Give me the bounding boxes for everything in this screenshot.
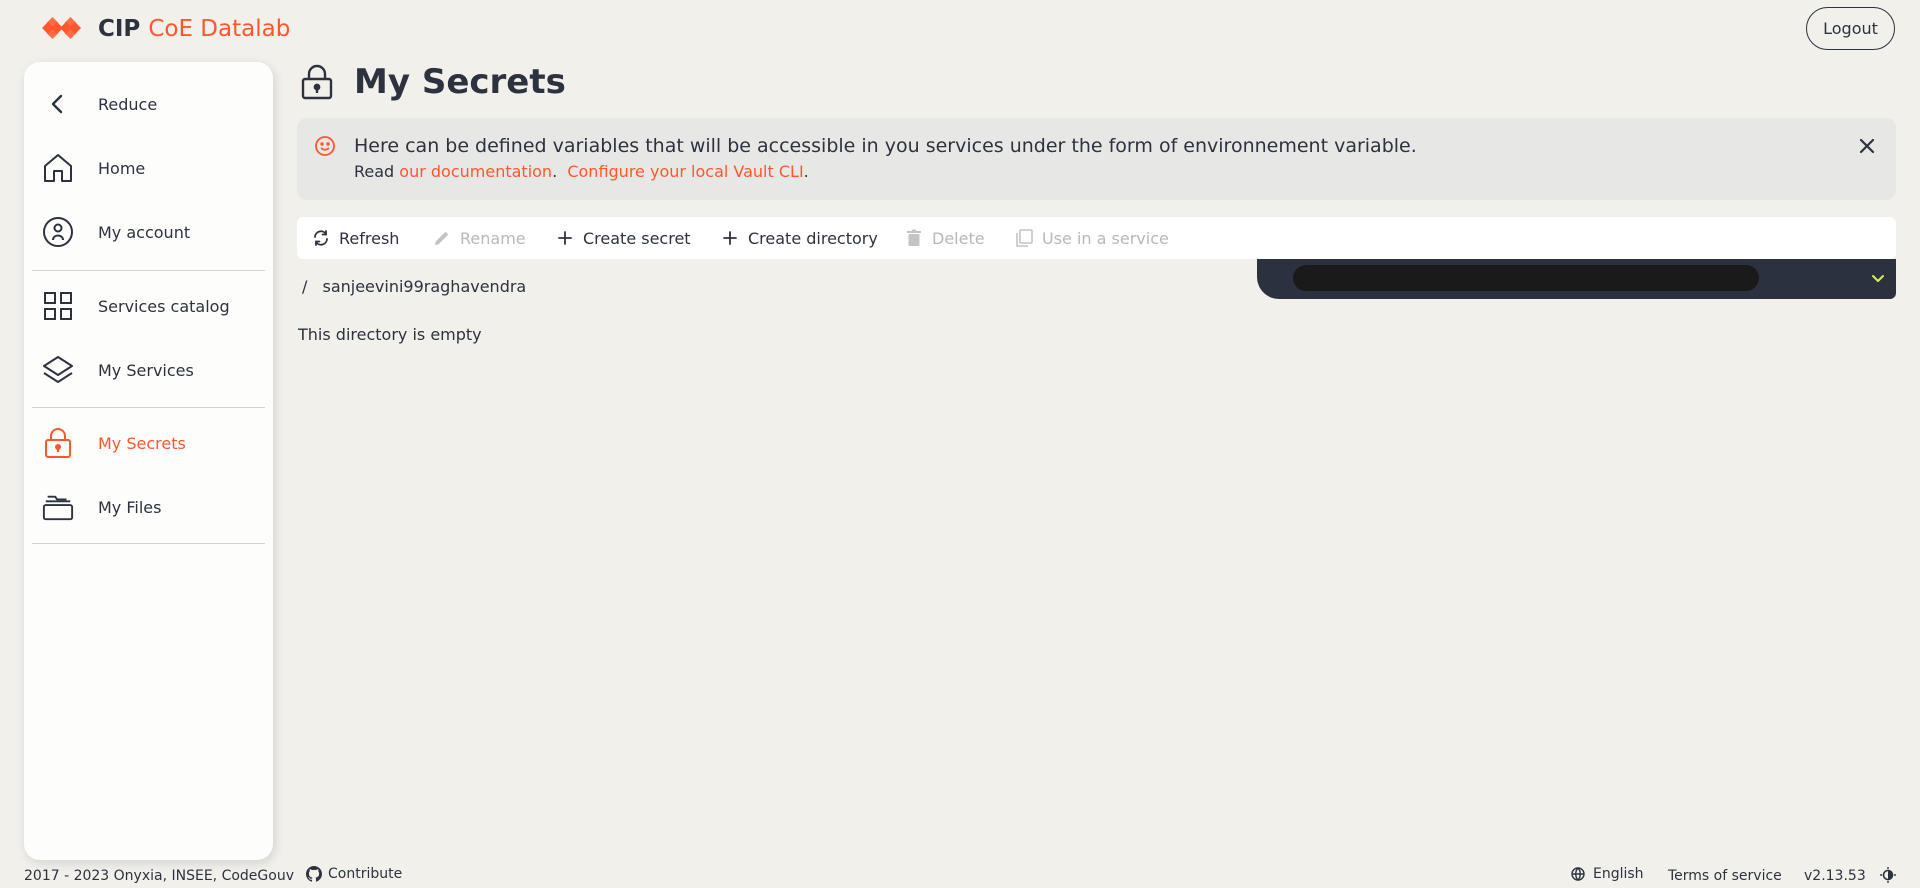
info-alert: Here can be defined variables that will …	[297, 118, 1896, 200]
sidebar-item-home[interactable]: Home	[24, 142, 273, 194]
alert-message: Here can be defined variables that will …	[354, 135, 1417, 157]
sidebar-item-label: My Secrets	[98, 433, 186, 453]
sidebar-item-my-files[interactable]: My Files	[24, 481, 273, 533]
use-in-service-button[interactable]: Use in a service	[1014, 217, 1169, 259]
refresh-button[interactable]: Refresh	[311, 217, 399, 259]
sidebar-item-my-account[interactable]: My account	[24, 206, 273, 258]
alert-read-prefix: Read	[354, 162, 395, 181]
folders-icon	[42, 491, 74, 523]
rename-button[interactable]: Rename	[432, 217, 526, 259]
account-icon	[42, 216, 74, 248]
lock-icon	[42, 427, 74, 459]
chevron-left-icon	[42, 88, 74, 120]
sidebar-item-reduce[interactable]: Reduce	[24, 78, 273, 130]
lock-icon	[301, 64, 333, 100]
globe-icon	[1571, 867, 1585, 881]
smiley-icon	[315, 136, 335, 156]
logout-button[interactable]: Logout	[1806, 7, 1895, 50]
close-icon[interactable]	[1856, 135, 1878, 157]
app-version: v2.13.53	[1804, 868, 1866, 884]
breadcrumb: / sanjeevini99raghavendra	[302, 277, 526, 296]
documentation-link[interactable]: our documentation	[399, 162, 552, 181]
brand-logo-icon	[42, 17, 81, 39]
delete-label: Delete	[932, 228, 985, 248]
footer: 2017 - 2023 Onyxia, INSEE, CodeGouv Cont…	[0, 864, 1920, 888]
copy-icon	[1014, 228, 1034, 248]
language-label: English	[1593, 866, 1644, 882]
sidebar-item-label: My Files	[98, 497, 162, 517]
redacted-content	[1293, 265, 1759, 291]
terms-of-service-link[interactable]: Terms of service	[1668, 868, 1782, 884]
sidebar-divider	[32, 543, 265, 544]
layers-icon	[42, 354, 74, 386]
grid-icon	[42, 290, 74, 322]
alert-links: Read our documentation. Configure your l…	[354, 162, 809, 181]
sidebar-item-my-services[interactable]: My Services	[24, 344, 273, 396]
rename-label: Rename	[460, 228, 526, 248]
brand-name[interactable]: CIP CoE Datalab	[98, 14, 290, 44]
refresh-icon	[311, 228, 331, 248]
plus-icon	[720, 228, 740, 248]
sidebar-item-label: My Services	[98, 360, 194, 380]
use-in-service-label: Use in a service	[1042, 228, 1169, 248]
copyright: 2017 - 2023 Onyxia, INSEE, CodeGouv	[24, 868, 294, 884]
brand-secondary: CoE Datalab	[148, 16, 291, 42]
brand-primary: CIP	[98, 16, 141, 42]
chevron-down-icon	[1872, 275, 1884, 282]
sidebar: Reduce Home My account Services catalog …	[24, 62, 273, 860]
breadcrumb-separator: /	[302, 277, 308, 296]
sidebar-item-services-catalog[interactable]: Services catalog	[24, 280, 273, 332]
theme-toggle-icon[interactable]	[1880, 867, 1896, 883]
path-dropdown[interactable]	[1257, 259, 1896, 299]
create-secret-label: Create secret	[583, 228, 691, 248]
sidebar-item-label: My account	[98, 222, 191, 242]
contribute-label: Contribute	[328, 866, 403, 882]
contribute-link[interactable]: Contribute	[306, 866, 402, 882]
sidebar-item-label: Services catalog	[98, 296, 230, 316]
delete-button[interactable]: Delete	[904, 217, 985, 259]
sidebar-divider	[32, 407, 265, 408]
breadcrumb-segment[interactable]: sanjeevini99raghavendra	[322, 277, 526, 296]
vault-cli-link[interactable]: Configure your local Vault CLI	[567, 162, 803, 181]
create-directory-label: Create directory	[748, 228, 878, 248]
pencil-icon	[432, 228, 452, 248]
refresh-label: Refresh	[339, 228, 400, 248]
app-header: CIP CoE Datalab Logout	[0, 0, 1920, 58]
language-selector[interactable]: English	[1571, 866, 1644, 882]
home-icon	[42, 152, 74, 184]
page-title: My Secrets	[354, 62, 566, 102]
sidebar-item-label: Reduce	[98, 94, 158, 114]
trash-icon	[904, 228, 924, 248]
sidebar-divider	[32, 270, 265, 271]
explorer-toolbar: Refresh Rename Create secret Create dire…	[297, 217, 1896, 259]
github-icon	[306, 866, 322, 882]
sidebar-item-label: Home	[98, 158, 146, 178]
sidebar-item-my-secrets[interactable]: My Secrets	[24, 417, 273, 469]
create-directory-button[interactable]: Create directory	[720, 217, 878, 259]
create-secret-button[interactable]: Create secret	[555, 217, 691, 259]
empty-directory-message: This directory is empty	[298, 325, 482, 344]
plus-icon	[555, 228, 575, 248]
